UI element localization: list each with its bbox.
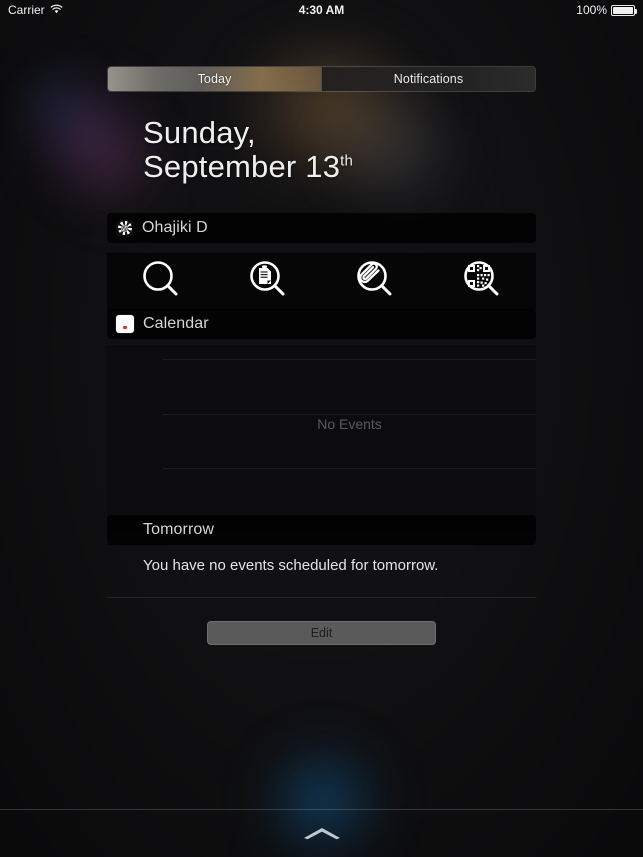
- magnifier-paperclip-icon-button[interactable]: [348, 255, 402, 309]
- battery-full-icon: [611, 4, 637, 16]
- battery-percent-label: 100%: [576, 3, 607, 17]
- edit-divider: [107, 597, 536, 598]
- date-month-day: September 13: [143, 149, 341, 184]
- calendar-empty-state: No Events: [317, 416, 382, 432]
- edit-button[interactable]: Edit: [207, 621, 436, 645]
- widget-title-calendar: Calendar: [143, 315, 209, 332]
- grabber-handle[interactable]: [0, 826, 643, 840]
- magnifier-icon-button[interactable]: [134, 255, 188, 309]
- tab-notifications[interactable]: Notifications: [321, 67, 535, 91]
- calendar-separator-1: [163, 359, 536, 360]
- status-bar-clock: 4:30 AM: [298, 3, 345, 17]
- status-bar: Carrier 4:30 AM 100%: [0, 0, 643, 20]
- tomorrow-empty-text: You have no events scheduled for tomorro…: [143, 557, 439, 574]
- calendar-separator-3: [163, 468, 536, 469]
- magnifier-icon: [139, 257, 183, 306]
- chevron-up-grabber-icon: [300, 826, 344, 840]
- date-heading: Sunday, September 13th: [143, 116, 353, 184]
- ohajiki-app-icon: [116, 219, 133, 237]
- magnifier-document-icon-button[interactable]: [241, 255, 295, 309]
- widget-header-calendar[interactable]: Calendar: [107, 309, 536, 339]
- tomorrow-title: Tomorrow: [143, 521, 215, 538]
- date-ordinal-suffix: th: [340, 152, 354, 170]
- calendar-separator-2: [163, 414, 536, 415]
- date-line-month-day: September 13th: [143, 150, 353, 184]
- widget-header-ohajiki[interactable]: Ohajiki D: [107, 213, 536, 243]
- magnifier-document-icon: [246, 257, 290, 306]
- magnifier-qrcode-icon: [460, 257, 504, 306]
- widget-title-ohajiki: Ohajiki D: [142, 219, 208, 236]
- bottom-divider: [0, 809, 643, 810]
- ohajiki-action-row: [107, 253, 536, 310]
- calendar-widget-body: No Events: [107, 345, 536, 530]
- magnifier-qrcode-icon-button[interactable]: [455, 255, 509, 309]
- widget-header-tomorrow[interactable]: Tomorrow: [107, 515, 536, 545]
- status-bar-right: 100%: [576, 3, 637, 17]
- magnifier-paperclip-icon: [353, 257, 397, 306]
- calendar-app-icon: [116, 315, 134, 333]
- segmented-control[interactable]: Today Notifications: [107, 66, 536, 92]
- notification-center-screen: Carrier 4:30 AM 100% Today Notifications: [0, 0, 643, 857]
- tab-today[interactable]: Today: [108, 67, 321, 91]
- notification-center-panel: Today Notifications Sunday, September 13…: [0, 20, 643, 830]
- date-line-weekday: Sunday,: [143, 115, 256, 150]
